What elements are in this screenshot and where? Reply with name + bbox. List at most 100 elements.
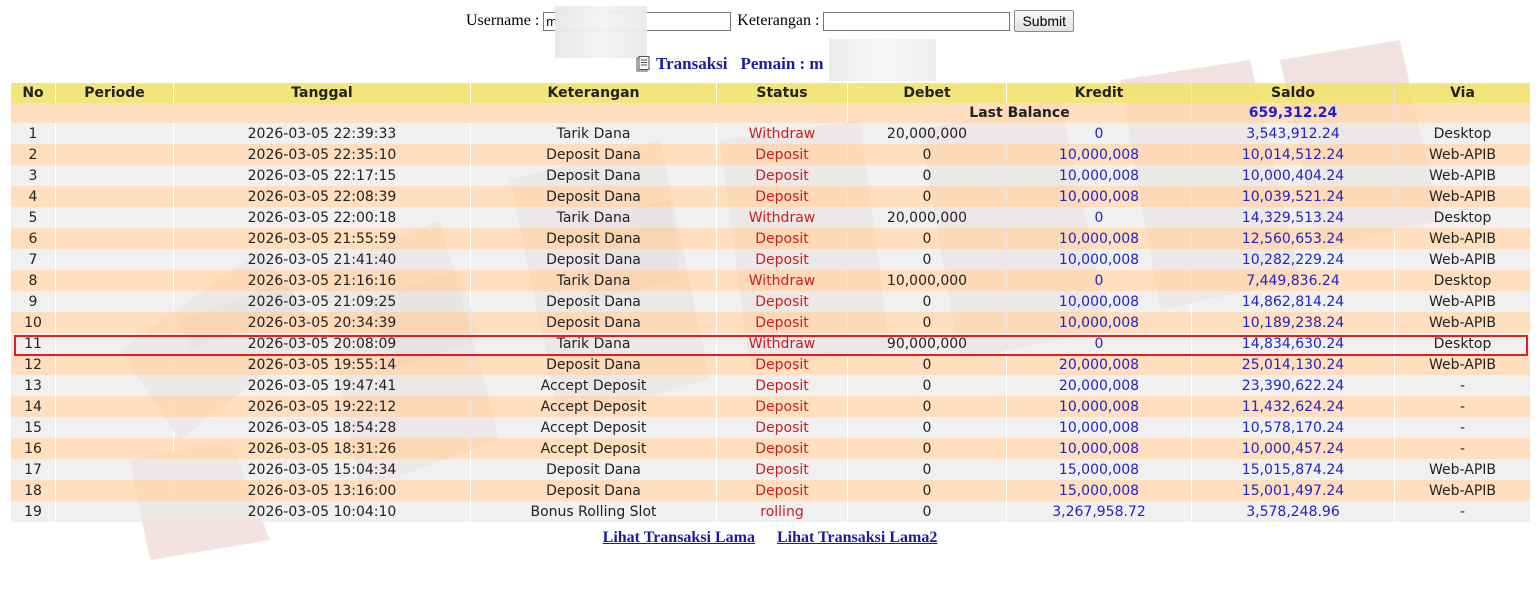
col-header-tanggal[interactable]: Tanggal (174, 83, 470, 103)
col-header-via[interactable]: Via (1395, 83, 1530, 103)
row-via: Desktop (1395, 270, 1530, 291)
col-header-keterangan[interactable]: Keterangan (471, 83, 716, 103)
row-via: Web-APIB (1395, 312, 1530, 333)
row-keterangan: Tarik Dana (471, 270, 716, 291)
row-saldo: 10,000,404.24 (1192, 165, 1394, 186)
lihat-transaksi-lama-link[interactable]: Lihat Transaksi Lama (603, 529, 755, 547)
username-redaction (555, 5, 648, 58)
row-via: Web-APIB (1395, 165, 1530, 186)
table-row: 16 2026-03-05 18:31:26 Accept Deposit Depos… (11, 438, 1530, 459)
row-periode (56, 333, 173, 354)
row-debet: 0 (848, 480, 1006, 501)
row-no: 3 (11, 165, 55, 186)
table-row: 18 2026-03-05 13:16:00 Deposit Dana Deposit… (11, 480, 1530, 501)
table-row: 3 2026-03-05 22:17:15 Deposit Dana Deposit 0… (11, 165, 1530, 186)
row-periode (56, 354, 173, 375)
last-balance-row: Last Balance 659,312.24 (11, 103, 1530, 123)
row-via: Web-APIB (1395, 354, 1530, 375)
row-saldo: 15,015,874.24 (1192, 459, 1394, 480)
row-via: Web-APIB (1395, 291, 1530, 312)
row-debet: 0 (848, 417, 1006, 438)
row-periode (56, 270, 173, 291)
row-status: Deposit (717, 480, 847, 501)
row-periode (56, 375, 173, 396)
row-saldo: 10,189,238.24 (1192, 312, 1394, 333)
col-header-kredit[interactable]: Kredit (1007, 83, 1191, 103)
row-no: 10 (11, 312, 55, 333)
table-row: 19 2026-03-05 10:04:10 Bonus Rolling Slot r… (11, 501, 1530, 522)
row-status: Deposit (717, 417, 847, 438)
last-balance-value: 659,312.24 (1192, 103, 1394, 123)
row-status: Withdraw (717, 333, 847, 354)
keterangan-label: Keterangan : (737, 12, 820, 29)
row-debet: 10,000,000 (848, 270, 1006, 291)
row-periode (56, 459, 173, 480)
row-keterangan: Tarik Dana (471, 207, 716, 228)
row-status: Deposit (717, 186, 847, 207)
table-row: 11 2026-03-05 20:08:09 Tarik Dana Withdraw 9… (11, 333, 1530, 354)
col-header-no[interactable]: No (11, 83, 55, 103)
row-tanggal: 2026-03-05 21:09:25 (174, 291, 470, 312)
row-debet: 0 (848, 354, 1006, 375)
row-debet: 0 (848, 375, 1006, 396)
username-wrap (543, 5, 732, 58)
row-no: 16 (11, 438, 55, 459)
row-status: Deposit (717, 459, 847, 480)
row-no: 14 (11, 396, 55, 417)
row-no: 6 (11, 228, 55, 249)
transaction-table: No Periode Tanggal Keterangan Status Deb… (10, 83, 1531, 522)
row-status: Deposit (717, 144, 847, 165)
col-header-status[interactable]: Status (717, 83, 847, 103)
row-tanggal: 2026-03-05 19:55:14 (174, 354, 470, 375)
keterangan-input[interactable] (823, 11, 1011, 31)
row-kredit: 10,000,008 (1007, 312, 1191, 333)
col-header-periode[interactable]: Periode (56, 83, 173, 103)
row-via: Web-APIB (1395, 480, 1530, 501)
row-status: Deposit (717, 165, 847, 186)
lihat-transaksi-lama2-link[interactable]: Lihat Transaksi Lama2 (777, 529, 937, 547)
row-tanggal: 2026-03-05 18:31:26 (174, 438, 470, 459)
row-no: 2 (11, 144, 55, 165)
row-keterangan: Tarik Dana (471, 123, 716, 144)
document-icon (636, 55, 650, 71)
row-saldo: 10,000,457.24 (1192, 438, 1394, 459)
row-tanggal: 2026-03-05 19:22:12 (174, 396, 470, 417)
row-debet: 0 (848, 459, 1006, 480)
row-status: Withdraw (717, 123, 847, 144)
row-via: Web-APIB (1395, 459, 1530, 480)
table-row: 14 2026-03-05 19:22:12 Accept Deposit Depos… (11, 396, 1530, 417)
row-kredit: 15,000,008 (1007, 480, 1191, 501)
row-kredit: 10,000,008 (1007, 186, 1191, 207)
col-header-debet[interactable]: Debet (848, 83, 1006, 103)
row-periode (56, 186, 173, 207)
row-periode (56, 123, 173, 144)
row-kredit: 10,000,008 (1007, 228, 1191, 249)
row-saldo: 23,390,622.24 (1192, 375, 1394, 396)
row-saldo: 14,862,814.24 (1192, 291, 1394, 312)
row-debet: 0 (848, 249, 1006, 270)
row-kredit: 10,000,008 (1007, 165, 1191, 186)
col-header-saldo[interactable]: Saldo (1192, 83, 1394, 103)
table-row: 17 2026-03-05 15:04:34 Deposit Dana Deposit… (11, 459, 1530, 480)
row-via: - (1395, 501, 1530, 522)
player-name-redaction (829, 39, 936, 81)
table-row: 2 2026-03-05 22:35:10 Deposit Dana Deposit 0… (11, 144, 1530, 165)
table-row: 9 2026-03-05 21:09:25 Deposit Dana Deposit 0… (11, 291, 1530, 312)
row-tanggal: 2026-03-05 19:47:41 (174, 375, 470, 396)
row-saldo: 10,014,512.24 (1192, 144, 1394, 165)
row-kredit: 20,000,008 (1007, 354, 1191, 375)
row-status: Deposit (717, 291, 847, 312)
row-no: 7 (11, 249, 55, 270)
row-saldo: 7,449,836.24 (1192, 270, 1394, 291)
row-kredit: 15,000,008 (1007, 459, 1191, 480)
row-kredit: 10,000,008 (1007, 396, 1191, 417)
row-keterangan: Deposit Dana (471, 354, 716, 375)
submit-button[interactable]: Submit (1014, 10, 1075, 32)
table-row: 15 2026-03-05 18:54:28 Accept Deposit Depos… (11, 417, 1530, 438)
row-via: - (1395, 396, 1530, 417)
row-keterangan: Deposit Dana (471, 480, 716, 501)
row-tanggal: 2026-03-05 21:16:16 (174, 270, 470, 291)
page-heading: Transaksi Pemain : m (636, 53, 824, 75)
row-periode (56, 396, 173, 417)
row-keterangan: Accept Deposit (471, 417, 716, 438)
